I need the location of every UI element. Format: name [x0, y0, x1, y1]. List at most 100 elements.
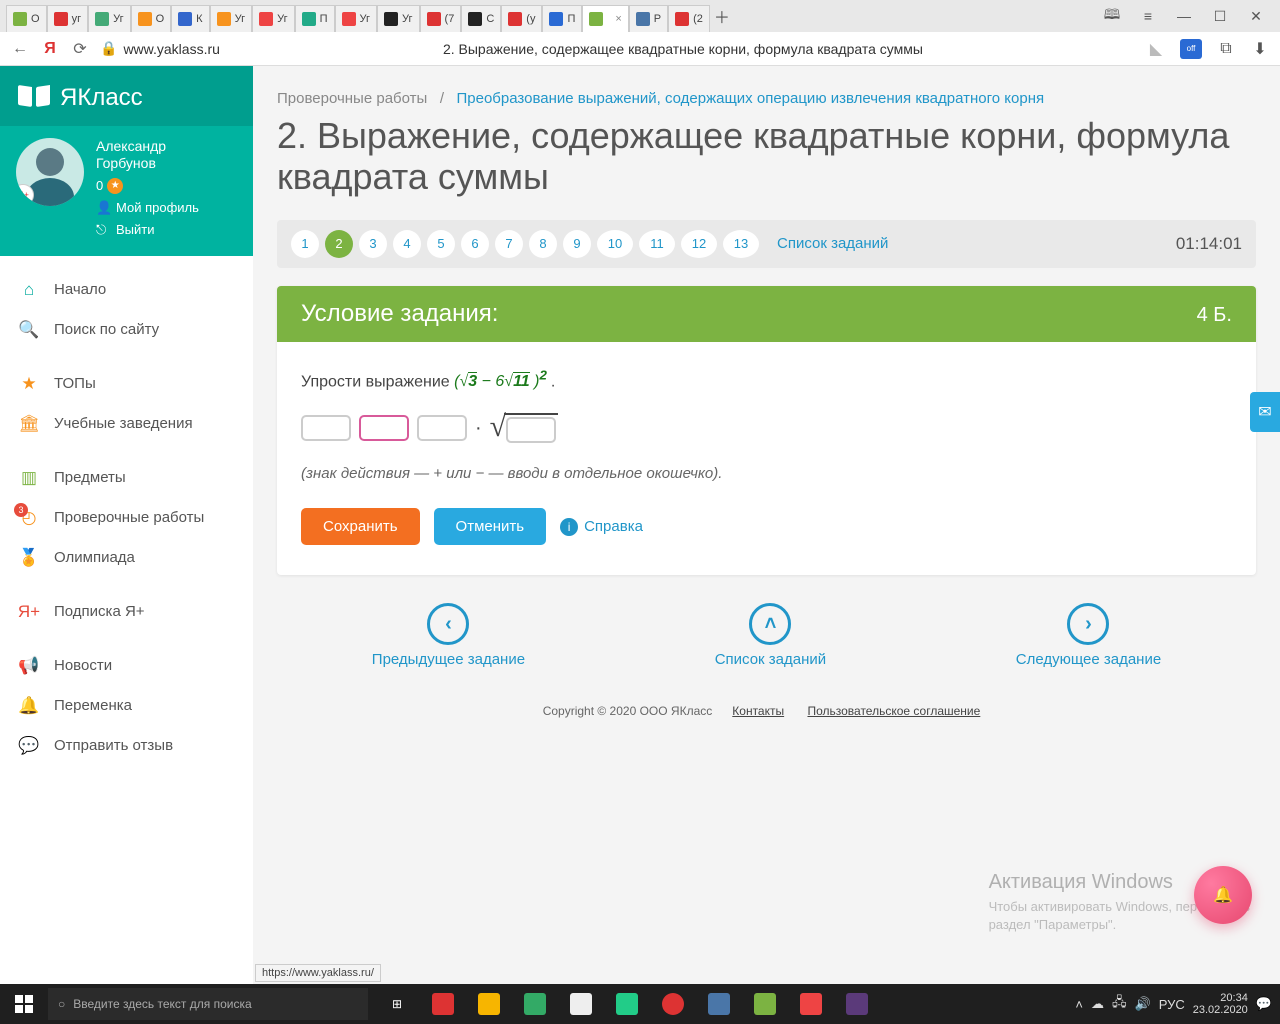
extension-icon[interactable]: off: [1180, 39, 1202, 59]
browser-tab[interactable]: К: [171, 5, 209, 32]
sidebar-item[interactable]: ⌂Начало: [0, 270, 253, 310]
step-5[interactable]: 5: [427, 230, 455, 258]
browser-tab[interactable]: С: [461, 5, 501, 32]
my-profile-link[interactable]: 👤Мой профиль: [96, 200, 199, 216]
step-12[interactable]: 12: [681, 230, 717, 258]
new-tab-button[interactable]: ＋: [710, 4, 734, 28]
menu-icon[interactable]: ≡: [1130, 0, 1166, 32]
browser-tab[interactable]: Уг: [377, 5, 420, 32]
browser-tab[interactable]: O: [131, 5, 172, 32]
tray-clock[interactable]: 20:3423.02.2020: [1193, 992, 1248, 1016]
step-7[interactable]: 7: [495, 230, 523, 258]
step-2[interactable]: 2: [325, 230, 353, 258]
step-3[interactable]: 3: [359, 230, 387, 258]
step-1[interactable]: 1: [291, 230, 319, 258]
footer-terms[interactable]: Пользовательское соглашение: [807, 704, 980, 718]
taskbar-app-2[interactable]: [466, 984, 512, 1024]
notifications-fab[interactable]: 🔔: [1194, 866, 1252, 924]
step-11[interactable]: 11: [639, 230, 675, 258]
sidebar-item[interactable]: 🏛Учебные заведения: [0, 404, 253, 444]
browser-tab[interactable]: уг: [47, 5, 89, 32]
maximize-icon[interactable]: ☐: [1202, 0, 1238, 32]
taskbar-app-9[interactable]: [788, 984, 834, 1024]
help-link[interactable]: iСправка: [560, 518, 643, 536]
tray-notifications-icon[interactable]: 💬: [1256, 996, 1272, 1012]
cancel-button[interactable]: Отменить: [434, 508, 547, 545]
taskbar-app-10[interactable]: [834, 984, 880, 1024]
sidebar-item[interactable]: ▥Предметы: [0, 458, 253, 498]
save-button[interactable]: Сохранить: [301, 508, 420, 545]
browser-tab[interactable]: (7: [420, 5, 462, 32]
browser-tab[interactable]: (2: [668, 5, 710, 32]
start-button[interactable]: [0, 984, 48, 1024]
sidebar-item[interactable]: 💬Отправить отзыв: [0, 726, 253, 766]
sidebar-item[interactable]: 🔔Переменка: [0, 686, 253, 726]
task-list-link[interactable]: Список заданий: [777, 235, 888, 252]
browser-tab[interactable]: ×: [582, 5, 628, 32]
step-4[interactable]: 4: [393, 230, 421, 258]
taskbar-app-6[interactable]: [650, 984, 696, 1024]
step-6[interactable]: 6: [461, 230, 489, 258]
answer-input-radicand[interactable]: [506, 417, 556, 443]
tray-chevron-icon[interactable]: ˄: [1075, 997, 1083, 1012]
browser-tab[interactable]: Уг: [210, 5, 253, 32]
url-box[interactable]: 🔒 www.yaklass.ru: [100, 40, 220, 57]
sidebar-item[interactable]: ★ТОПы: [0, 364, 253, 404]
sidebar-item[interactable]: 🏅Олимпиада: [0, 538, 253, 578]
tray-lang[interactable]: РУС: [1159, 997, 1185, 1012]
tray-network-icon[interactable]: 🖧: [1112, 993, 1127, 1015]
sidebar-item[interactable]: 🔍Поиск по сайту: [0, 310, 253, 350]
taskbar-app-1[interactable]: [420, 984, 466, 1024]
answer-input-sign[interactable]: [359, 415, 409, 441]
sidebar-item[interactable]: ◴3Проверочные работы: [0, 498, 253, 538]
sidebar-item[interactable]: Я+Подписка Я+: [0, 592, 253, 632]
step-10[interactable]: 10: [597, 230, 633, 258]
breadcrumb-parent[interactable]: Проверочные работы: [277, 90, 427, 107]
step-9[interactable]: 9: [563, 230, 591, 258]
taskbar-app-7[interactable]: [696, 984, 742, 1024]
yandex-home-icon[interactable]: Я: [40, 39, 60, 59]
reader-icon[interactable]: 🕮: [1094, 0, 1130, 32]
browser-tab[interactable]: (у: [501, 5, 542, 32]
reload-icon[interactable]: ⟳: [70, 39, 90, 59]
step-13[interactable]: 13: [723, 230, 759, 258]
answer-input-2[interactable]: [417, 415, 467, 441]
browser-tab[interactable]: Уг: [88, 5, 131, 32]
sidebar-icon[interactable]: ⧉: [1216, 39, 1236, 59]
back-icon[interactable]: ←: [10, 39, 30, 59]
minimize-icon[interactable]: —: [1166, 0, 1202, 32]
answer-input-1[interactable]: [301, 415, 351, 441]
card-points: 4 Б.: [1197, 304, 1232, 327]
bookmark-icon[interactable]: ◣: [1146, 39, 1166, 59]
sidebar-item-label: Предметы: [54, 469, 126, 486]
sidebar-item[interactable]: 📢Новости: [0, 646, 253, 686]
browser-tab[interactable]: П: [295, 5, 335, 32]
taskbar-search[interactable]: ○Введите здесь текст для поиска: [48, 988, 368, 1020]
taskbar-app-3[interactable]: [512, 984, 558, 1024]
logout-link[interactable]: ⎋Выйти: [96, 222, 199, 238]
taskbar-app-8[interactable]: [742, 984, 788, 1024]
browser-tab[interactable]: Р: [629, 5, 668, 32]
step-8[interactable]: 8: [529, 230, 557, 258]
favicon: [636, 12, 650, 26]
tray-cloud-icon[interactable]: ☁: [1091, 996, 1104, 1012]
logo[interactable]: ЯКласс: [0, 66, 253, 126]
browser-tab[interactable]: Уг: [335, 5, 378, 32]
feedback-tab[interactable]: ✉: [1250, 392, 1280, 432]
breadcrumb-link[interactable]: Преобразование выражений, содержащих опе…: [457, 90, 1045, 107]
taskbar-app-5[interactable]: [604, 984, 650, 1024]
tray-volume-icon[interactable]: 🔊: [1135, 996, 1151, 1012]
task-list-button[interactable]: ˄Список заданий: [715, 603, 826, 668]
taskbar-app-4[interactable]: [558, 984, 604, 1024]
browser-tab[interactable]: П: [542, 5, 582, 32]
browser-tab[interactable]: Уг: [252, 5, 295, 32]
tab-close-icon[interactable]: ×: [615, 13, 621, 25]
download-icon[interactable]: ⬇: [1250, 39, 1270, 59]
next-task-button[interactable]: ›Следующее задание: [1016, 603, 1161, 668]
browser-tab[interactable]: O: [6, 5, 47, 32]
close-icon[interactable]: ✕: [1238, 0, 1274, 32]
avatar[interactable]: Я+: [16, 138, 84, 206]
task-view-icon[interactable]: ⊞: [374, 984, 420, 1024]
footer-contacts[interactable]: Контакты: [732, 704, 784, 718]
prev-task-button[interactable]: ‹Предыдущее задание: [372, 603, 525, 668]
